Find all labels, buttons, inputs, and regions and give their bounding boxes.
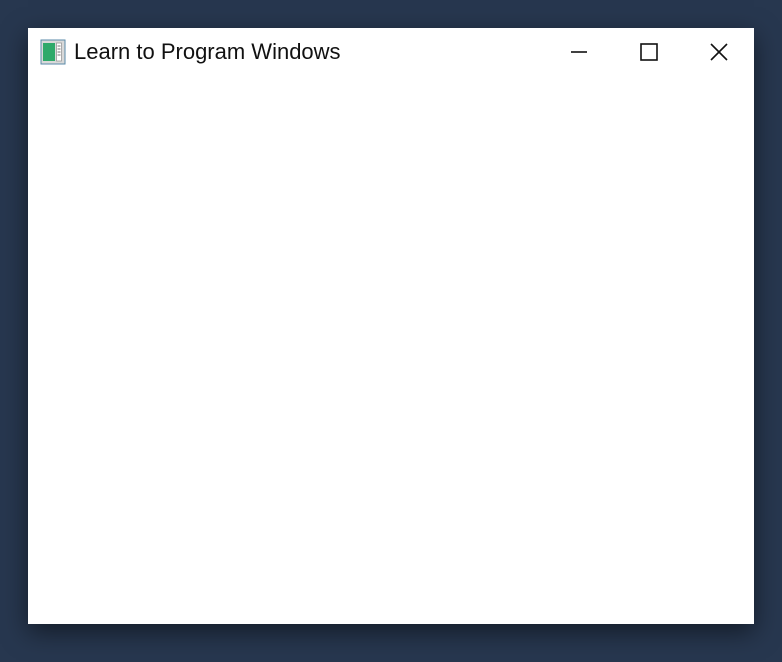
window-controls <box>544 28 754 76</box>
close-button[interactable] <box>684 28 754 76</box>
minimize-icon <box>568 41 590 63</box>
maximize-button[interactable] <box>614 28 684 76</box>
client-area <box>28 76 754 624</box>
app-icon <box>40 39 66 65</box>
window-title: Learn to Program Windows <box>74 39 341 65</box>
title-bar[interactable]: Learn to Program Windows <box>28 28 754 76</box>
minimize-button[interactable] <box>544 28 614 76</box>
application-window: Learn to Program Windows <box>28 28 754 624</box>
close-icon <box>708 41 730 63</box>
maximize-icon <box>638 41 660 63</box>
